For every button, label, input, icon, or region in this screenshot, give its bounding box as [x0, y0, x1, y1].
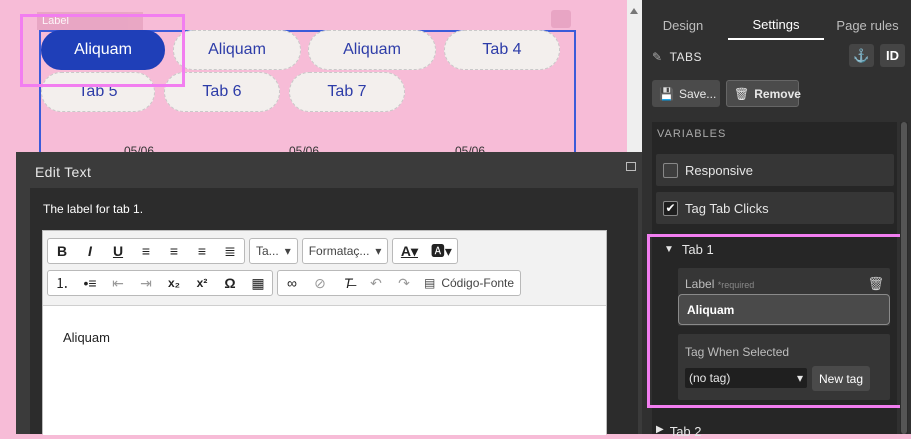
tag-clicks-label: Tag Tab Clicks	[685, 200, 769, 216]
table-icon[interactable]: ▦	[244, 271, 272, 295]
settings-panel: Design Settings Page rules ✎ TABS ⚓ ID 💾…	[642, 0, 911, 439]
pencil-icon: ✎	[652, 50, 663, 64]
tag-clicks-checkbox[interactable]: ✔	[663, 200, 678, 216]
edit-text-dialog: Edit Text The label for tab 1. B I U ≡ ≡…	[16, 152, 642, 435]
remove-button[interactable]: 🗑 Remove	[726, 80, 801, 107]
unlink-icon[interactable]: ⊘	[306, 271, 334, 295]
format-group: B I U ≡ ≡ ≡ ≣	[47, 238, 245, 264]
save-icon: 💾	[659, 86, 674, 101]
canvas-tab-2[interactable]: Aliquam	[173, 30, 301, 70]
tab-page-rules[interactable]: Page rules	[824, 10, 911, 40]
checkmark-icon: ✔	[665, 201, 676, 215]
source-label: Código-Fonte	[441, 276, 515, 290]
remove-label: Remove	[754, 86, 801, 101]
highlight-tab1-settings	[647, 234, 904, 408]
canvas-tab-7[interactable]: Tab 7	[289, 72, 405, 112]
toolbar-row-1: B I U ≡ ≡ ≡ ≣ Ta... ▾ Formataç... ▾ A▾ 🅰▾	[47, 238, 459, 264]
caret-right-icon: ▶	[656, 424, 664, 435]
format-dropdown[interactable]: Formataç... ▾	[301, 238, 389, 264]
panel-scrollbar[interactable]	[900, 122, 908, 434]
tab-label: Aliquam	[343, 41, 401, 58]
tab2-header[interactable]: ▶ Tab 2	[656, 424, 702, 439]
tab-label: Tab 7	[327, 83, 367, 100]
canvas-tab-4[interactable]: Tab 4	[444, 30, 560, 70]
list-group: ⒈ •≡ ⇤ ⇥ x₂ x² Ω ▦	[47, 270, 273, 296]
canvas-tab-3[interactable]: Aliquam	[308, 30, 436, 70]
tab2-title: Tab 2	[669, 424, 702, 439]
id-button[interactable]: ID	[880, 44, 905, 67]
section-title: TABS	[669, 50, 703, 64]
subscript-icon[interactable]: x₂	[160, 271, 188, 295]
align-center-icon[interactable]: ≡	[160, 239, 188, 263]
link-icon[interactable]: ∞	[278, 271, 306, 295]
responsive-toggle[interactable]: Responsive	[656, 154, 894, 186]
dialog-title: Edit Text	[35, 164, 92, 180]
save-button[interactable]: 💾 Save...	[652, 80, 720, 107]
align-right-icon[interactable]: ≡	[188, 239, 216, 263]
chevron-down-icon: ▾	[375, 244, 382, 258]
toolbar-row-2: ⒈ •≡ ⇤ ⇥ x₂ x² Ω ▦ ∞ ⊘ T̶ ↶ ↷ ▤ Código-Fo…	[47, 270, 522, 296]
special-char-icon[interactable]: Ω	[216, 271, 244, 295]
size-dropdown[interactable]: Ta... ▾	[249, 238, 298, 264]
responsive-checkbox[interactable]	[663, 162, 678, 178]
field-description: The label for tab 1.	[43, 202, 144, 216]
underline-icon[interactable]: U	[104, 239, 132, 263]
responsive-label: Responsive	[685, 162, 753, 178]
source-code-icon: ▤	[424, 276, 436, 290]
scroll-up-icon[interactable]	[630, 8, 638, 14]
variables-header: VARIABLES	[657, 128, 727, 140]
save-label: Save...	[678, 86, 717, 101]
undo-icon[interactable]: ↶	[362, 271, 390, 295]
popout-icon[interactable]	[626, 162, 636, 171]
format-dropdown-label: Formataç...	[308, 244, 370, 258]
trash-icon: 🗑	[734, 86, 750, 101]
scroll-thumb[interactable]	[901, 122, 907, 434]
indent-icon[interactable]: ⇥	[132, 271, 160, 295]
tab-label: Tab 4	[482, 41, 522, 58]
anchor-icon: ⚓	[853, 47, 870, 63]
section-header: ✎ TABS	[652, 50, 702, 64]
tag-tab-clicks-toggle[interactable]: ✔ Tag Tab Clicks	[656, 192, 894, 224]
source-button[interactable]: ▤ Código-Fonte	[418, 271, 520, 295]
outdent-icon[interactable]: ⇤	[104, 271, 132, 295]
italic-icon[interactable]: I	[76, 239, 104, 263]
align-left-icon[interactable]: ≡	[132, 239, 160, 263]
tab-label: Tab 6	[202, 83, 242, 100]
size-dropdown-label: Ta...	[256, 244, 279, 258]
clear-format-icon[interactable]: T̶	[334, 271, 362, 295]
bullet-list-icon[interactable]: •≡	[76, 271, 104, 295]
panel-tabs: Design Settings Page rules	[642, 10, 911, 40]
tab-label: Aliquam	[208, 41, 266, 58]
chevron-down-icon: ▾	[284, 244, 291, 258]
dialog-body: The label for tab 1. B I U ≡ ≡ ≡ ≣ Ta...…	[30, 188, 638, 435]
tab-design[interactable]: Design	[642, 10, 724, 40]
text-color-icon[interactable]: A▾	[393, 239, 425, 263]
redo-icon[interactable]: ↷	[390, 271, 418, 295]
editor-text[interactable]: Aliquam	[63, 330, 110, 345]
bg-color-icon[interactable]: 🅰▾	[425, 239, 457, 263]
numbered-list-icon[interactable]: ⒈	[48, 271, 76, 295]
superscript-icon[interactable]: x²	[188, 271, 216, 295]
canvas-trash-icon[interactable]	[551, 10, 571, 28]
editor-content[interactable]: Aliquam	[43, 305, 606, 435]
link-group: ∞ ⊘ T̶ ↶ ↷ ▤ Código-Fonte	[277, 270, 522, 296]
align-justify-icon[interactable]: ≣	[216, 239, 244, 263]
highlight-canvas-tab	[20, 14, 185, 87]
tab-settings[interactable]: Settings	[728, 10, 824, 40]
bold-icon[interactable]: B	[48, 239, 76, 263]
color-group: A▾ 🅰▾	[392, 238, 459, 264]
anchor-button[interactable]: ⚓	[849, 44, 874, 67]
rich-text-editor: B I U ≡ ≡ ≡ ≣ Ta... ▾ Formataç... ▾ A▾ 🅰▾ …	[42, 230, 607, 435]
